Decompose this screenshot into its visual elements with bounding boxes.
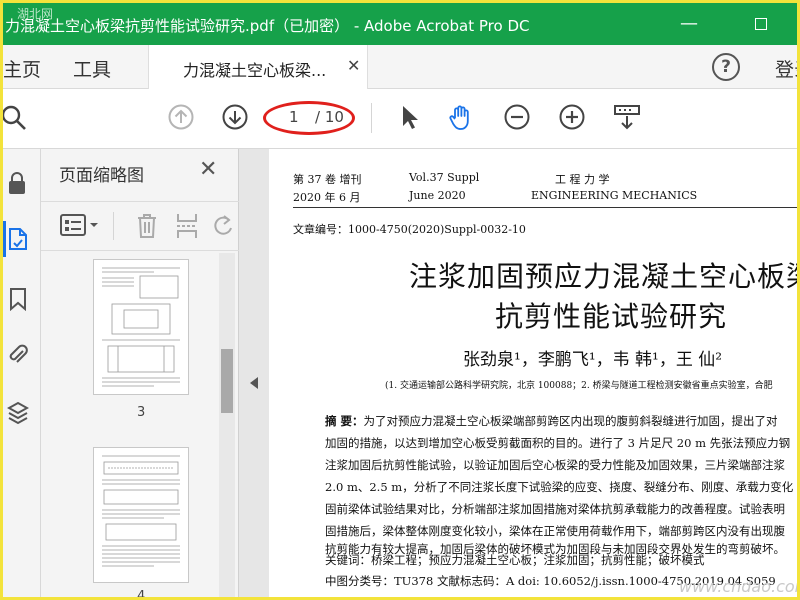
panel-title: 页面缩略图 [59,166,144,186]
thumbnail-preview [102,455,180,567]
paper-title-line1: 注浆加固预应力混凝土空心板梁 [409,260,800,293]
page-down-icon[interactable] [221,103,249,131]
thumbnail-scrollbar[interactable] [219,253,235,597]
thumbnail-page-number: 4 [137,589,146,600]
menu-bar: 主页 工具 力混凝土空心板梁... ✕ ? 登录 [3,45,797,89]
scroll-mode-icon[interactable] [613,103,641,131]
minimize-button[interactable]: — [667,9,711,39]
tab-home[interactable]: 主页 [3,55,41,82]
zoom-in-icon[interactable] [558,103,586,131]
thumbnails-panel: 页面缩略图 ✕ 3 4 [41,149,239,600]
title-bar: 湖北网 力混凝土空心板梁抗剪性能试验研究.pdf（已加密） - Adobe Ac… [3,3,797,45]
journal-date: 2020 年 6 月 [293,191,361,204]
abstract-line: 2.0 m、2.5 m，分析了不同注浆长度下试验梁的应变、挠度、裂缝分布、刚度、… [325,480,794,494]
page-up-icon[interactable] [167,103,195,131]
abstract-label: 摘 要： [325,414,364,428]
paper-authors: 张劲泉¹，李鹏飞¹，韦 韩¹，王 仙² [463,350,723,370]
journal-date-en: June 2020 [409,189,466,202]
scrollbar-thumb[interactable] [221,349,233,413]
layers-icon[interactable] [7,401,29,425]
hand-tool-icon[interactable] [447,103,475,131]
keywords: 关键词：桥梁工程；预应力混凝土空心板；注浆加固；抗剪性能；破坏模式 [325,553,705,567]
thumbnail-page-number: 3 [137,405,146,420]
active-indicator [3,221,6,257]
abstract-line: 加固的措施，以达到增加空心板受剪截面积的目的。进行了 3 片足尺 20 m 先张… [325,436,791,450]
page-thumbnail[interactable] [93,259,189,395]
paper-title-line2: 抗剪性能试验研究 [495,300,728,333]
window-title: 力混凝土空心板梁抗剪性能试验研究.pdf（已加密） - Adobe Acroba… [5,17,530,35]
maximize-button[interactable] [739,9,783,39]
navigation-rail [3,149,41,597]
journal-volume: 第 37 卷 增刊 [293,173,362,186]
abstract-line: 摘 要：为了对预应力混凝土空心板梁端部剪跨区内出现的腹剪斜裂缝进行加固，提出了对 [325,413,778,429]
journal-volume-en: Vol.37 Suppl [409,171,480,184]
abstract-line: 固措施后，梁体整体刚度变化较小，梁体在正常使用荷载作用下，端部剪跨区内没有出现腹 [325,524,785,538]
journal-name: 工 程 力 学 [555,173,610,186]
article-number: 文章编号：1000-4750(2020)Suppl-0032-10 [293,223,526,236]
delete-page-icon[interactable] [135,212,159,240]
document-page: 第 37 卷 增刊 2020 年 6 月 Vol.37 Suppl June 2… [269,149,800,597]
document-tab-label: 力混凝土空心板梁... [183,61,327,80]
watermark-bottom-right: www.cndao.com [679,577,800,596]
attachment-icon[interactable] [7,343,29,367]
header-rule [293,207,797,208]
thumbnail-options-icon[interactable] [59,212,103,240]
tab-tools[interactable]: 工具 [73,55,111,82]
toolbar: 1 / 10 [1,89,797,149]
document-tab[interactable]: 力混凝土空心板梁... ✕ [148,45,368,89]
annotation-ellipse [263,101,355,135]
abstract-line: 固前梁体试验结果对比，分析端部注浆加固措施对梁体抗剪承载能力的改善程度。试验表明 [325,502,785,516]
select-pointer-icon[interactable] [395,103,423,131]
panel-toolbar-divider [113,212,114,240]
insert-page-icon[interactable] [175,212,199,240]
collapse-arrow-icon[interactable] [250,377,258,389]
abstract-text: 为了对预应力混凝土空心板梁端部剪跨区内出现的腹剪斜裂缝进行加固，提出了对 [363,414,778,428]
search-icon[interactable] [1,103,29,131]
close-tab-icon[interactable]: ✕ [347,56,360,75]
panel-toolbar [41,201,239,251]
abstract-line: 注浆加固后抗剪性能试验，以验证加固后空心板梁的受力性能及加固效果，三片梁端部注浆 [325,458,785,472]
panel-collapse-handle[interactable] [239,149,269,597]
app-window: 湖北网 力混凝土空心板梁抗剪性能试验研究.pdf（已加密） - Adobe Ac… [0,0,800,600]
login-button[interactable]: 登录 [775,55,797,82]
help-icon[interactable]: ? [712,53,740,81]
close-panel-icon[interactable]: ✕ [199,157,217,182]
zoom-out-icon[interactable] [503,103,531,131]
journal-name-en: ENGINEERING MECHANICS [531,189,698,202]
page-thumbnails-icon[interactable] [7,227,29,251]
thumbnail-preview [102,267,180,387]
lock-icon[interactable] [7,171,29,195]
toolbar-divider [371,103,372,133]
rotate-page-icon[interactable] [213,212,233,240]
page-thumbnail[interactable] [93,447,189,583]
author-affiliation: (1. 交通运输部公路科学研究院，北京 100088；2. 桥梁与隧道工程检测安… [385,381,773,391]
bookmark-icon[interactable] [7,287,29,311]
